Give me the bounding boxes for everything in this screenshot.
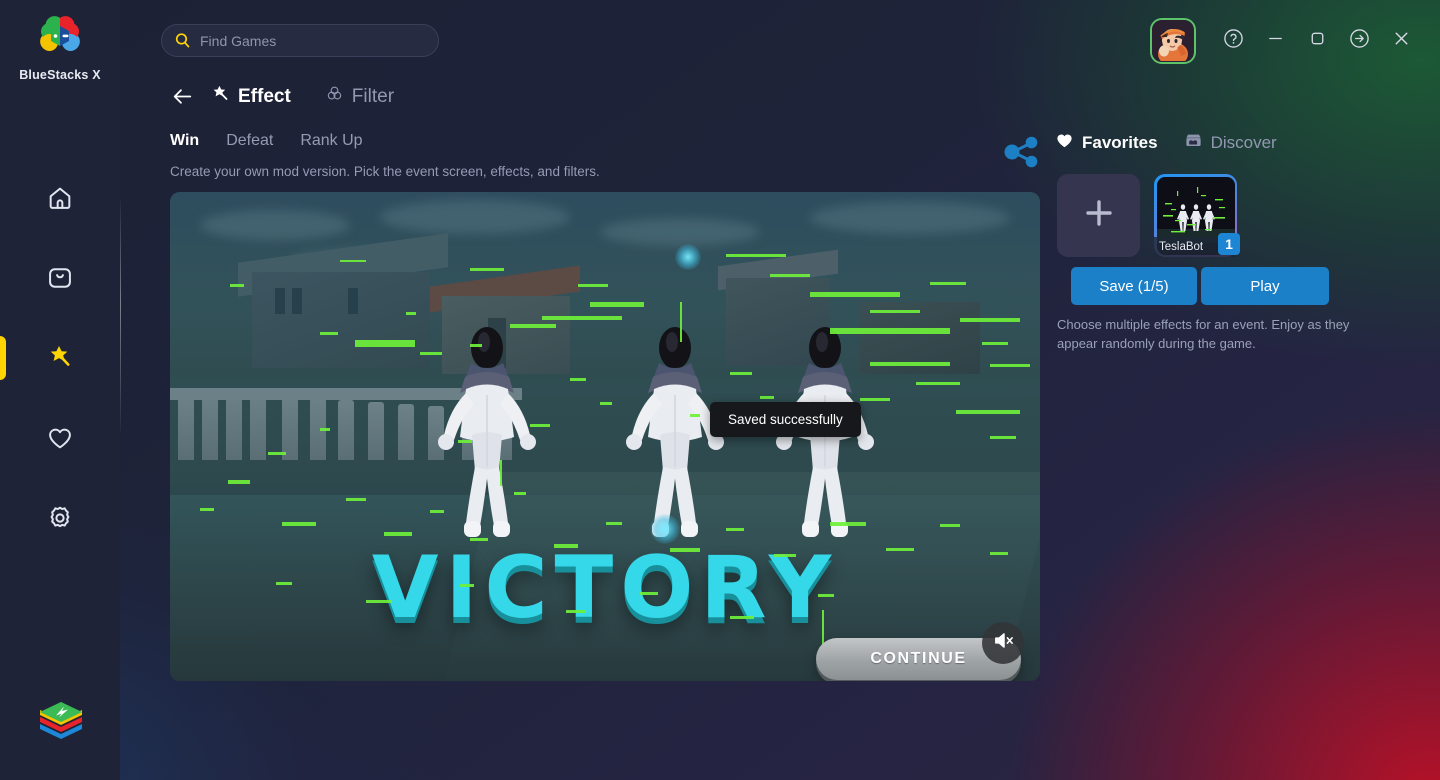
app-name-label: BlueStacks X [19,68,101,82]
energy-orb [675,244,701,270]
app-window: BlueStacks X Find Games Effect Filter Wi… [0,0,1440,780]
energy-orb [650,514,680,544]
panel-tab-favorites-label: Favorites [1082,133,1158,152]
sidebar-nav [0,158,120,558]
bluestacks-pinwheel-logo [32,8,88,64]
heart-icon [46,424,74,452]
tab-defeat[interactable]: Defeat [226,132,273,150]
sidebar-item-store[interactable] [0,238,120,318]
robot-figure [432,327,542,542]
venn-circles-icon [325,84,344,109]
play-button[interactable]: Play [1201,267,1329,305]
effect-preview[interactable]: VICTORY CONTINUE Saved successfully [170,192,1040,681]
victory-text: VICTORY [371,538,839,638]
sidebar-item-settings[interactable] [0,478,120,558]
close-button[interactable] [1380,20,1422,62]
plus-icon [1082,196,1116,235]
effect-card-badge: 1 [1218,233,1240,255]
panel-tab-discover[interactable]: Discover [1184,131,1277,155]
sidebar-item-home[interactable] [0,158,120,238]
search-icon [174,32,191,49]
content-divider [120,200,121,432]
window-controls [1150,18,1422,64]
tab-filter[interactable]: Filter [325,84,394,109]
volume-mute-icon [992,629,1015,657]
gear-icon [46,504,74,532]
help-button[interactable] [1212,20,1254,62]
sidebar-item-favorites[interactable] [0,398,120,478]
mute-button[interactable] [982,622,1024,664]
toast-notification: Saved successfully [710,402,861,437]
bluestacks-stack-icon[interactable] [32,694,90,752]
mode-toolbar: Effect Filter [170,84,394,109]
help-circle-icon [1223,28,1244,54]
effect-card-teslabot[interactable]: TeslaBot 1 [1154,174,1240,257]
panel-tab-favorites[interactable]: Favorites [1055,131,1158,155]
page-subtitle: Create your own mod version. Pick the ev… [170,164,600,179]
user-avatar[interactable] [1150,18,1196,64]
left-sidebar: BlueStacks X [0,0,120,780]
magic-wand-icon [45,343,75,373]
home-icon [46,184,74,212]
maximize-button[interactable] [1296,20,1338,62]
search-bar[interactable] [161,24,439,57]
tab-rank-up[interactable]: Rank Up [300,132,362,150]
bag-icon [46,264,74,292]
effect-cards-row: TeslaBot 1 [1057,174,1240,257]
search-input[interactable] [200,32,426,49]
arrow-right-circle-icon [1349,28,1370,54]
panel-action-row: Save (1/5) Play [1071,267,1329,305]
maximize-icon [1308,29,1327,53]
panel-tab-discover-label: Discover [1210,133,1277,152]
panel-tabs: Favorites Discover [1055,131,1277,155]
back-arrow-icon[interactable] [170,84,195,109]
tab-win[interactable]: Win [170,132,199,150]
active-indicator-bar [0,336,6,380]
popout-button[interactable] [1338,20,1380,62]
share-icon [1000,136,1044,178]
tab-filter-label: Filter [351,85,395,107]
minimize-button[interactable] [1254,20,1296,62]
event-tabs: Win Defeat Rank Up [170,132,363,150]
heart-filled-icon [1055,131,1074,155]
save-button[interactable]: Save (1/5) [1071,267,1197,305]
tab-effect-label: Effect [238,85,291,107]
minimize-icon [1266,29,1285,53]
tab-effect[interactable]: Effect [211,84,291,109]
continue-button-label: CONTINUE [870,650,967,667]
game-scene: VICTORY CONTINUE [170,192,1040,681]
magic-wand-icon [211,84,230,109]
store-icon [1184,131,1203,155]
sidebar-item-effects[interactable] [0,318,120,398]
panel-help-note: Choose multiple effects for an event. En… [1057,317,1350,351]
add-effect-button[interactable] [1057,174,1140,257]
close-icon [1391,28,1412,54]
app-logo-block[interactable]: BlueStacks X [0,8,120,82]
share-button[interactable] [1000,130,1044,179]
